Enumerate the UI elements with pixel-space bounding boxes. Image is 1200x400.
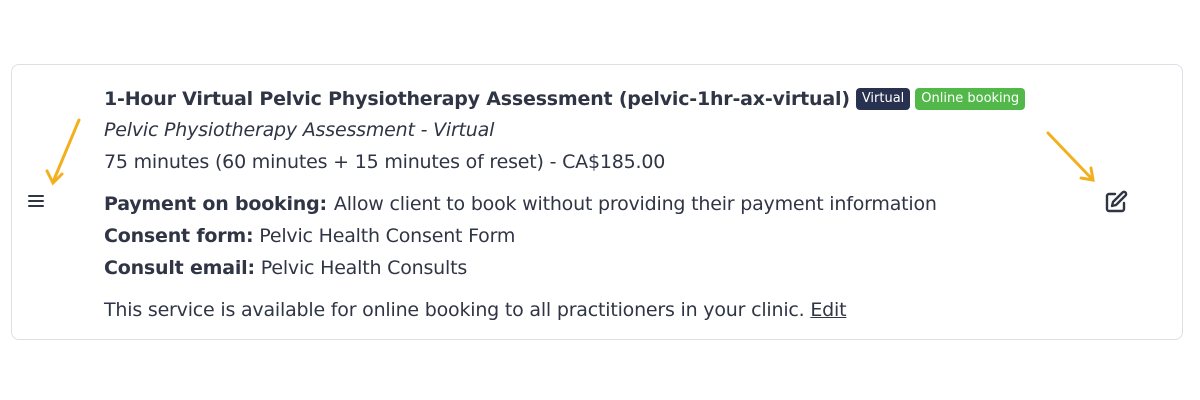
service-duration-price: 75 minutes (60 minutes + 15 minutes of r…	[104, 151, 666, 173]
availability-text: This service is available for online boo…	[104, 299, 805, 321]
service-subtitle: Pelvic Physiotherapy Assessment - Virtua…	[104, 119, 495, 141]
consult-email-value: Pelvic Health Consults	[260, 257, 468, 279]
consent-form-label: Consent form:	[104, 225, 254, 247]
drag-handle-icon[interactable]	[27, 193, 45, 209]
edit-availability-link[interactable]: Edit	[810, 299, 846, 321]
payment-on-booking-value: Allow client to book without providing t…	[333, 193, 937, 215]
virtual-badge: Virtual	[855, 88, 911, 110]
service-title-row: 1-Hour Virtual Pelvic Physiotherapy Asse…	[104, 84, 1084, 114]
payment-on-booking-label: Payment on booking:	[104, 193, 327, 215]
consent-form-row: Consent form: Pelvic Health Consent Form	[104, 220, 1084, 252]
consult-email-label: Consult email:	[104, 257, 255, 279]
consent-form-value: Pelvic Health Consent Form	[259, 225, 516, 247]
service-details: 1-Hour Virtual Pelvic Physiotherapy Asse…	[104, 84, 1084, 326]
service-title: 1-Hour Virtual Pelvic Physiotherapy Asse…	[104, 88, 850, 110]
payment-on-booking-row: Payment on booking: Allow client to book …	[104, 188, 1084, 220]
edit-service-button[interactable]	[1104, 190, 1128, 214]
availability-note: This service is available for online boo…	[104, 294, 1084, 326]
edit-icon	[1105, 190, 1128, 213]
consult-email-row: Consult email: Pelvic Health Consults	[104, 252, 1084, 284]
service-settings: Payment on booking: Allow client to book …	[104, 188, 1084, 284]
online-booking-badge: Online booking	[915, 88, 1026, 110]
